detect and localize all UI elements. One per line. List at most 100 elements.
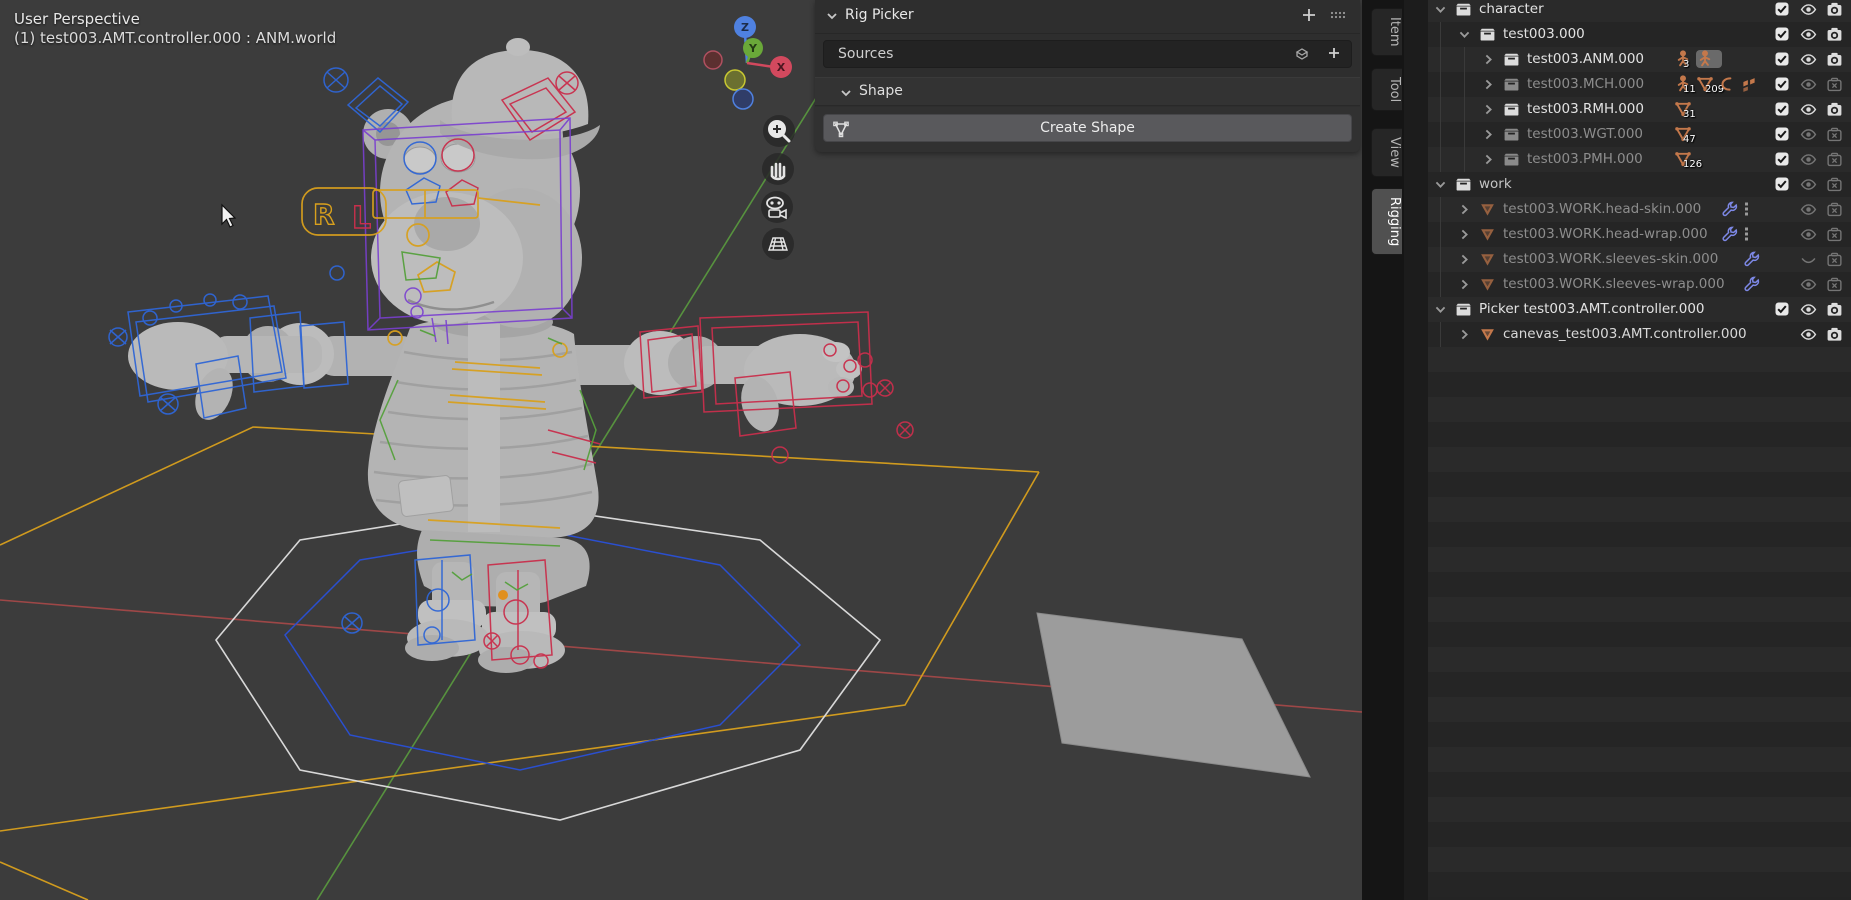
pan-tool-button[interactable] — [762, 153, 794, 185]
expand-arrow-icon[interactable] — [1457, 202, 1473, 218]
disable-render-camera-icon[interactable] — [1826, 126, 1843, 143]
sources-input[interactable]: Sources — [823, 40, 1352, 68]
collapse-arrow-icon[interactable] — [1433, 2, 1449, 18]
disable-render-camera-icon[interactable] — [1826, 51, 1843, 68]
hide-viewport-eye-icon[interactable] — [1800, 326, 1817, 343]
grid-ortho-button[interactable] — [762, 228, 794, 260]
outliner-item-label[interactable]: test003.ANM.000 — [1527, 51, 1644, 67]
hide-viewport-eye-icon[interactable] — [1800, 26, 1817, 43]
outliner-item-label[interactable]: test003.WORK.head-wrap.000 — [1503, 226, 1708, 242]
collapse-arrow-icon[interactable] — [1457, 27, 1473, 43]
outliner-row[interactable]: canevas_test003.AMT.controller.000 — [1428, 322, 1851, 347]
hide-viewport-eye-icon[interactable] — [1800, 126, 1817, 143]
ankle-dot-control[interactable] — [498, 590, 508, 600]
outliner-row[interactable]: work — [1428, 172, 1851, 197]
outliner-item-label[interactable]: test003.WORK.head-skin.000 — [1503, 201, 1701, 217]
collection-checkbox[interactable] — [1774, 26, 1791, 43]
expand-arrow-icon[interactable] — [1481, 102, 1497, 118]
collapse-arrow-icon[interactable] — [1433, 177, 1449, 193]
collection-checkbox[interactable] — [1774, 151, 1791, 168]
hide-viewport-eye-icon[interactable] — [1800, 51, 1817, 68]
outliner-item-label[interactable]: test003.WORK.sleeves-skin.000 — [1503, 251, 1718, 267]
outliner-item-label[interactable]: test003.MCH.000 — [1527, 76, 1644, 92]
hide-viewport-eye-icon[interactable] — [1800, 276, 1817, 293]
outliner-item-label[interactable]: test003.RMH.000 — [1527, 101, 1644, 117]
disable-render-camera-icon[interactable] — [1826, 26, 1843, 43]
outliner-item-label[interactable]: test003.000 — [1503, 26, 1585, 42]
expand-arrow-icon[interactable] — [1457, 252, 1473, 268]
rig-picker-header[interactable]: Rig Picker — [815, 0, 1360, 32]
expand-arrow-icon[interactable] — [1457, 327, 1473, 343]
expand-arrow-icon[interactable] — [1481, 152, 1497, 168]
expand-arrow-icon[interactable] — [1457, 277, 1473, 293]
outliner-row[interactable]: test003.RMH.00031 — [1428, 97, 1851, 122]
collection-checkbox[interactable] — [1774, 51, 1791, 68]
hide-viewport-eye-icon[interactable] — [1800, 226, 1817, 243]
collapse-arrow-icon[interactable] — [1433, 302, 1449, 318]
disable-render-camera-icon[interactable] — [1826, 226, 1843, 243]
outliner-item-label[interactable]: test003.WGT.000 — [1527, 126, 1643, 142]
disable-render-camera-icon[interactable] — [1826, 101, 1843, 118]
disable-render-camera-icon[interactable] — [1826, 1, 1843, 18]
collection-checkbox[interactable] — [1774, 126, 1791, 143]
zoom-tool-button[interactable] — [763, 115, 795, 147]
hide-viewport-eye-icon[interactable] — [1800, 176, 1817, 193]
panel-drag-dots-icon[interactable] — [1330, 9, 1346, 21]
disable-render-camera-icon[interactable] — [1826, 326, 1843, 343]
collection-checkbox[interactable] — [1774, 1, 1791, 18]
outliner-row[interactable]: test003.ANM.0003 — [1428, 47, 1851, 72]
outliner-row[interactable]: Picker test003.AMT.controller.000 — [1428, 297, 1851, 322]
collection-checkbox[interactable] — [1774, 176, 1791, 193]
hide-viewport-eye-icon[interactable] — [1800, 76, 1817, 93]
create-shape-button[interactable]: Create Shape — [823, 114, 1352, 142]
add-icon[interactable] — [1302, 8, 1316, 22]
expand-arrow-icon[interactable] — [1457, 227, 1473, 243]
expand-arrow-icon[interactable] — [1481, 77, 1497, 93]
disable-render-camera-icon[interactable] — [1826, 176, 1843, 193]
outliner-item-label[interactable]: test003.WORK.sleeves-wrap.000 — [1503, 276, 1725, 292]
collection-checkbox[interactable] — [1774, 101, 1791, 118]
outliner-row[interactable]: test003.WGT.00047 — [1428, 122, 1851, 147]
outliner-row[interactable]: test003.WORK.sleeves-wrap.000 — [1428, 272, 1851, 297]
collection-checkbox[interactable] — [1774, 76, 1791, 93]
disable-render-camera-icon[interactable] — [1826, 201, 1843, 218]
outliner-row[interactable]: test003.000 — [1428, 22, 1851, 47]
hide-viewport-eye-icon[interactable] — [1800, 151, 1817, 168]
camera-view-button[interactable] — [761, 191, 793, 223]
tab-rigging[interactable]: Rigging — [1371, 188, 1402, 255]
outliner-row[interactable]: test003.MCH.00011209 — [1428, 72, 1851, 97]
mesh-datablock-icon[interactable] — [1293, 46, 1311, 62]
disable-render-camera-icon[interactable] — [1826, 251, 1843, 268]
hide-viewport-eye-icon[interactable] — [1800, 251, 1817, 268]
add-source-icon[interactable] — [1327, 46, 1341, 60]
expand-arrow-icon[interactable] — [1481, 52, 1497, 68]
picker-canvas-plane[interactable] — [1037, 613, 1310, 777]
hide-viewport-eye-icon[interactable] — [1800, 101, 1817, 118]
gizmo-neg-x[interactable] — [704, 51, 722, 69]
outliner-item-label[interactable]: canevas_test003.AMT.controller.000 — [1503, 326, 1747, 342]
gizmo-neg-z[interactable] — [733, 89, 753, 109]
outliner-row[interactable]: test003.WORK.head-wrap.000 — [1428, 222, 1851, 247]
outliner-row[interactable]: character — [1428, 0, 1851, 22]
outliner-row[interactable]: test003.PMH.000126 — [1428, 147, 1851, 172]
collection-checkbox[interactable] — [1774, 301, 1791, 318]
hide-viewport-eye-icon[interactable] — [1800, 1, 1817, 18]
hide-viewport-eye-icon[interactable] — [1800, 201, 1817, 218]
outliner-item-label[interactable]: Picker test003.AMT.controller.000 — [1479, 301, 1705, 317]
outliner-item-label[interactable]: work — [1479, 176, 1512, 192]
disable-render-camera-icon[interactable] — [1826, 76, 1843, 93]
outliner-row[interactable]: test003.WORK.sleeves-skin.000 — [1428, 247, 1851, 272]
outliner-item-label[interactable]: test003.PMH.000 — [1527, 151, 1643, 167]
armature-active-icon[interactable] — [1696, 50, 1722, 68]
outliner-row[interactable]: test003.WORK.head-skin.000 — [1428, 197, 1851, 222]
nav-gizmo[interactable]: Z Y X — [704, 16, 792, 109]
disable-render-camera-icon[interactable] — [1826, 301, 1843, 318]
disable-render-camera-icon[interactable] — [1826, 151, 1843, 168]
shape-subpanel-header[interactable]: Shape — [815, 77, 1360, 106]
expand-arrow-icon[interactable] — [1481, 127, 1497, 143]
tab-view[interactable]: View — [1371, 128, 1402, 177]
outliner-item-label[interactable]: character — [1479, 1, 1544, 17]
disable-render-camera-icon[interactable] — [1826, 276, 1843, 293]
hide-viewport-eye-icon[interactable] — [1800, 301, 1817, 318]
tab-item[interactable]: Item — [1371, 8, 1402, 56]
